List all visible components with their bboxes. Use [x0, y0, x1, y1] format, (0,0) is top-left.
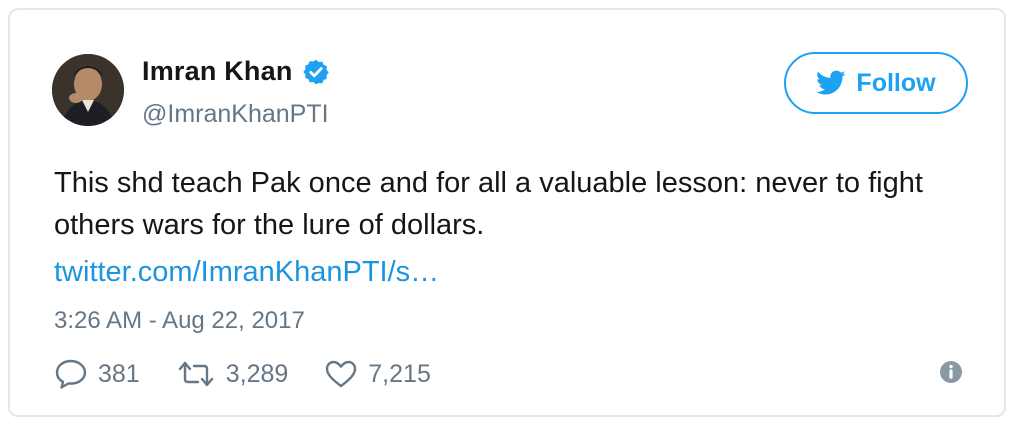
reply-count: 381: [98, 359, 140, 388]
like-button[interactable]: 7,215: [324, 359, 431, 389]
tweet-timestamp[interactable]: 3:26 AM - Aug 22, 2017: [54, 307, 305, 335]
twitter-bird-icon: [816, 70, 846, 95]
retweet-count: 3,289: [225, 359, 289, 388]
tweet-link[interactable]: twitter.com/ImranKhanPTI/s…: [54, 256, 439, 289]
follow-label: Follow: [856, 68, 936, 97]
tweet-card: Imran Khan @ImranKhanPTI Follow This shd…: [8, 8, 1006, 417]
reply-icon: [55, 359, 87, 389]
tweet-text: This shd teach Pak once and for all a va…: [54, 167, 923, 241]
info-icon[interactable]: [939, 360, 963, 384]
reply-button[interactable]: 381: [54, 358, 140, 390]
heart-icon: [326, 360, 357, 388]
like-count: 7,215: [368, 359, 431, 388]
tweet-actions: 381 3,289 7,215: [54, 358, 467, 390]
profile-photo: [52, 54, 124, 126]
author-handle[interactable]: @ImranKhanPTI: [142, 100, 329, 129]
avatar[interactable]: [52, 54, 124, 126]
follow-button[interactable]: Follow: [784, 52, 968, 114]
retweet-icon: [178, 361, 213, 387]
author-row: Imran Khan: [142, 56, 330, 87]
retweet-button[interactable]: 3,289: [176, 359, 289, 389]
verified-badge-icon: [302, 59, 329, 84]
author-name[interactable]: Imran Khan: [142, 56, 293, 87]
